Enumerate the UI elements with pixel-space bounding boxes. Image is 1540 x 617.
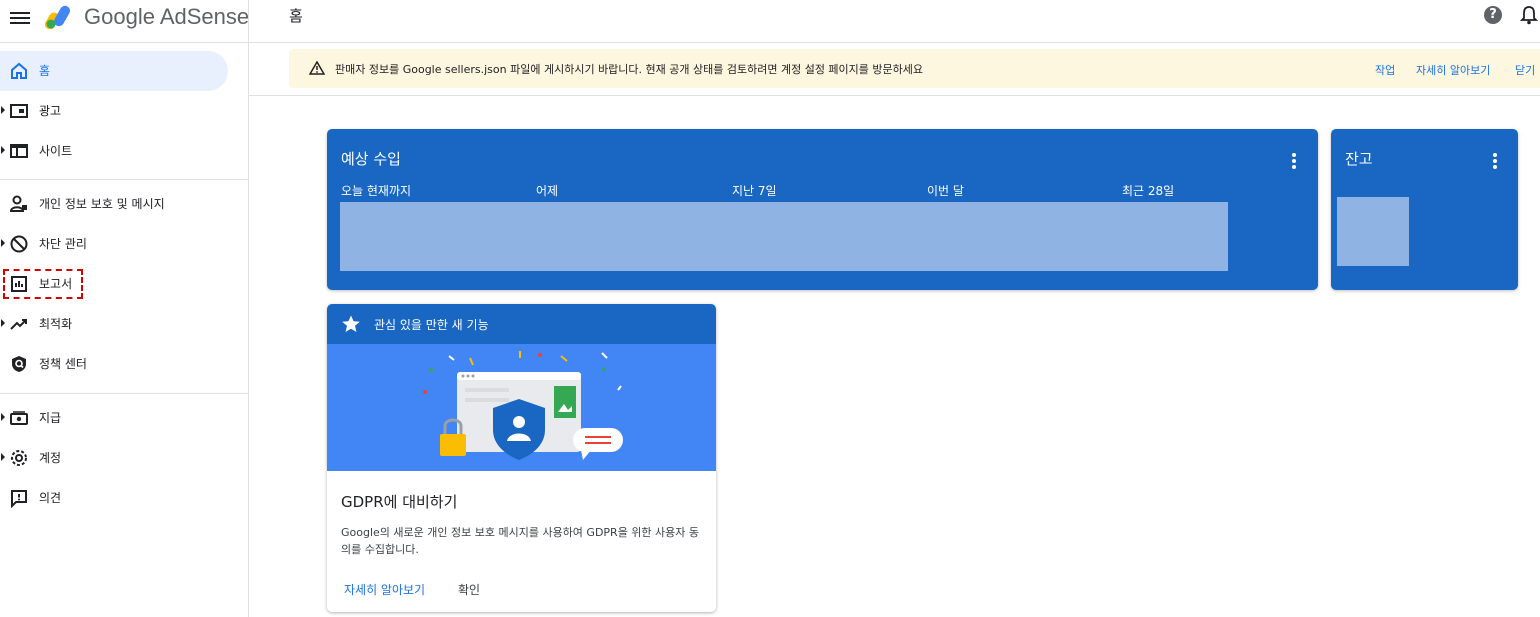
sidebar-item-label: 차단 관리 xyxy=(39,237,87,251)
warning-icon xyxy=(309,61,325,75)
sidebar-item-label: 최적화 xyxy=(39,317,73,331)
divider xyxy=(249,95,1540,96)
sidebar: 홈 광고 사이트 개인 정보 보호 및 메시지 차단 관리 보고서 최적화 정책… xyxy=(0,43,249,617)
earnings-column-today: 오늘 현재까지 xyxy=(341,184,412,198)
expand-caret-icon[interactable] xyxy=(1,106,5,114)
ads-icon xyxy=(10,104,28,118)
banner-action-button[interactable]: 작업 xyxy=(1375,62,1395,78)
card-title: 잔고 xyxy=(1345,150,1373,168)
trending-icon xyxy=(10,319,27,330)
payments-icon xyxy=(10,411,28,425)
sidebar-item-blocking-controls[interactable]: 차단 관리 xyxy=(0,224,228,264)
sidebar-item-home[interactable]: 홈 xyxy=(0,51,228,91)
page-title: 홈 xyxy=(289,7,303,25)
earnings-values-redacted xyxy=(340,202,1228,271)
sidebar-item-policy-center[interactable]: 정책 센터 xyxy=(0,344,228,384)
expand-caret-icon[interactable] xyxy=(1,146,5,154)
sidebar-item-payments[interactable]: 지급 xyxy=(0,398,228,438)
gdpr-illustration xyxy=(327,344,716,471)
balance-value-redacted xyxy=(1337,197,1409,266)
feedback-icon xyxy=(11,490,27,508)
earnings-column-last-28-days: 최근 28일 xyxy=(1122,184,1175,198)
adsense-logo-icon xyxy=(45,5,70,29)
earnings-column-yesterday: 어제 xyxy=(536,184,559,198)
star-icon xyxy=(342,315,360,332)
banner-message: 판매자 정보를 Google sellers.json 파일에 게시하시기 바랍… xyxy=(335,63,924,76)
dismiss-button[interactable]: 확인 xyxy=(458,581,480,598)
expand-caret-icon[interactable] xyxy=(1,413,5,421)
divider xyxy=(0,179,248,180)
sidebar-item-sites[interactable]: 사이트 xyxy=(0,131,228,171)
divider xyxy=(248,0,249,42)
sidebar-item-label: 지급 xyxy=(39,411,62,425)
sidebar-item-privacy-messaging[interactable]: 개인 정보 보호 및 메시지 xyxy=(0,184,228,224)
block-icon xyxy=(10,235,28,253)
feature-card-header: 관심 있을 만한 새 기능 xyxy=(327,304,716,344)
sidebar-item-label: 홈 xyxy=(39,64,51,78)
sidebar-item-account[interactable]: 계정 xyxy=(0,438,228,478)
notifications-bell-icon[interactable] xyxy=(1520,5,1538,25)
expand-caret-icon[interactable] xyxy=(1,453,5,461)
sites-icon xyxy=(10,144,28,158)
banner-learn-more-link[interactable]: 자세히 알아보기 xyxy=(1416,62,1490,78)
sidebar-item-feedback[interactable]: 의견 xyxy=(0,478,228,518)
divider xyxy=(0,393,248,394)
feature-card-header-label: 관심 있을 만한 새 기능 xyxy=(374,318,489,332)
earnings-column-last-7-days: 지난 7일 xyxy=(732,184,777,198)
feature-title: GDPR에 대비하기 xyxy=(341,493,458,511)
learn-more-button[interactable]: 자세히 알아보기 xyxy=(344,581,425,598)
help-icon[interactable]: ? xyxy=(1484,6,1502,24)
feature-description: Google의 새로운 개인 정보 보호 메시지를 사용하여 GDPR을 위한 … xyxy=(341,526,700,556)
sellers-json-notice-banner: 판매자 정보를 Google sellers.json 파일에 게시하시기 바랍… xyxy=(289,49,1540,88)
sidebar-item-label: 개인 정보 보호 및 메시지 xyxy=(39,197,165,211)
menu-icon[interactable] xyxy=(10,9,30,27)
sidebar-item-label: 의견 xyxy=(39,491,62,505)
sidebar-item-ads[interactable]: 광고 xyxy=(0,91,228,131)
balance-card: 잔고 xyxy=(1331,129,1518,290)
more-options-icon[interactable] xyxy=(1493,153,1497,169)
card-title: 예상 수입 xyxy=(341,150,401,168)
sidebar-item-label: 계정 xyxy=(39,451,62,465)
gear-icon xyxy=(11,450,27,466)
earnings-column-this-month: 이번 달 xyxy=(927,184,964,198)
policy-icon xyxy=(12,356,26,372)
estimated-earnings-card: 예상 수입 오늘 현재까지 어제 지난 7일 이번 달 최근 28일 xyxy=(327,129,1318,290)
sidebar-item-optimization[interactable]: 최적화 xyxy=(0,304,228,344)
brand-name: Google AdSense xyxy=(84,4,250,29)
expand-caret-icon[interactable] xyxy=(1,319,5,327)
sidebar-item-label: 정책 센터 xyxy=(39,357,87,371)
more-options-icon[interactable] xyxy=(1292,153,1296,169)
sidebar-item-label: 광고 xyxy=(39,104,62,118)
expand-caret-icon[interactable] xyxy=(1,239,5,247)
home-icon xyxy=(11,62,27,79)
sidebar-item-label: 사이트 xyxy=(39,144,73,158)
privacy-icon xyxy=(9,195,27,212)
new-feature-card: 관심 있을 만한 새 기능 GDPR에 대비하기 Google의 새로운 개인 … xyxy=(327,304,716,612)
banner-dismiss-button[interactable]: 닫기 xyxy=(1515,62,1535,78)
top-app-bar: Google AdSense 홈 ? xyxy=(0,0,1540,43)
reports-highlight-annotation xyxy=(3,269,83,299)
